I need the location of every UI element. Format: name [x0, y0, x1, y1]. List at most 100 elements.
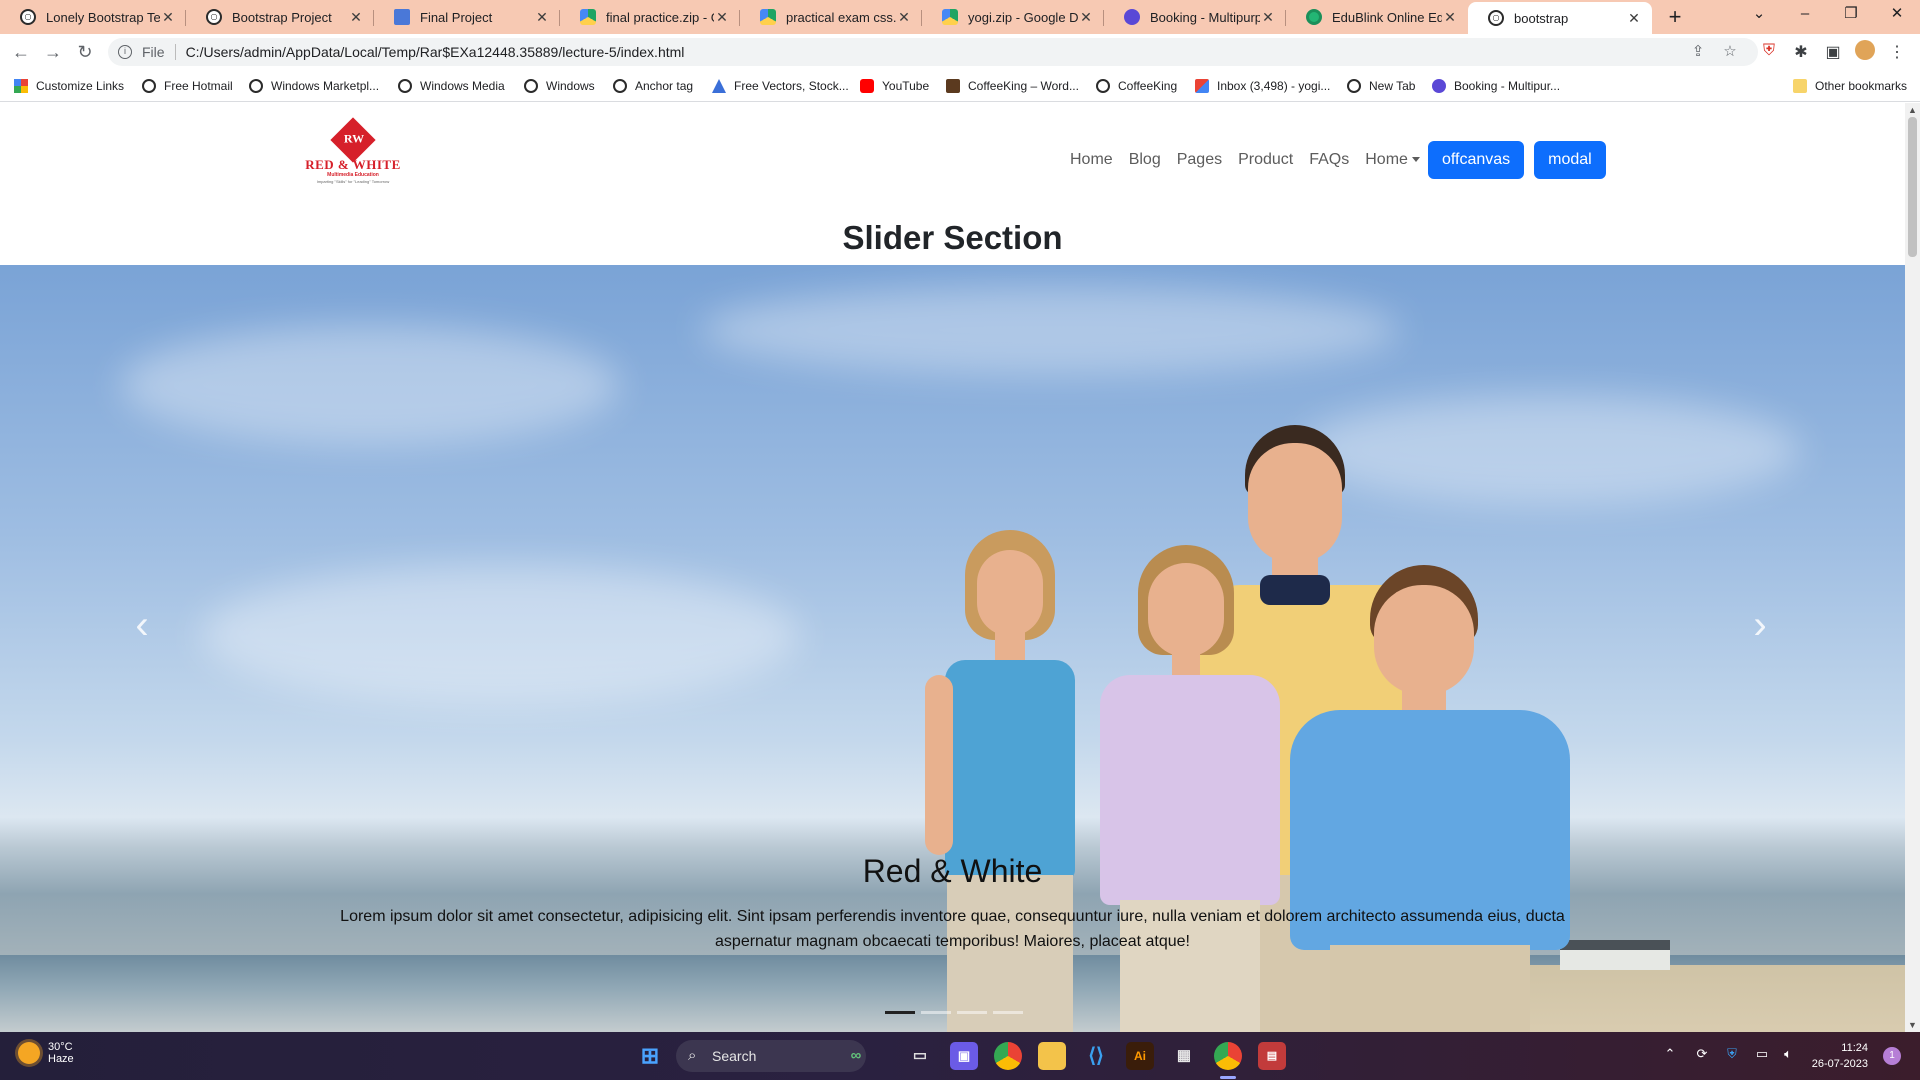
- minimize-icon[interactable]: –: [1782, 0, 1828, 30]
- offcanvas-button[interactable]: offcanvas: [1427, 141, 1525, 179]
- booking-icon: [1432, 79, 1446, 93]
- app-grid-icon[interactable]: ▦: [1170, 1042, 1198, 1070]
- close-icon[interactable]: ✕: [348, 9, 364, 26]
- more-menu-icon[interactable]: ⋮: [1886, 42, 1908, 62]
- vscode-icon[interactable]: ⟨⟩: [1082, 1042, 1110, 1070]
- carousel-prev-chevron-icon[interactable]: ‹: [112, 595, 172, 655]
- star-bookmark-icon[interactable]: ☆: [1720, 42, 1740, 60]
- chrome-profile-icon[interactable]: [1214, 1042, 1242, 1070]
- close-icon[interactable]: ✕: [160, 9, 176, 26]
- network-monitor-icon[interactable]: ▭: [1752, 1046, 1772, 1062]
- info-icon[interactable]: i: [118, 45, 132, 59]
- extensions-puzzle-icon[interactable]: ✱: [1790, 42, 1812, 62]
- weather-widget[interactable]: 30°C Haze: [18, 1041, 74, 1065]
- bookmark-anchor-tag[interactable]: Anchor tag: [613, 77, 693, 95]
- url-text[interactable]: C:/Users/admin/AppData/Local/Temp/Rar$EX…: [186, 44, 685, 60]
- restore-icon[interactable]: ❐: [1828, 0, 1874, 30]
- carousel-indicator-2[interactable]: [921, 1011, 951, 1014]
- windows-start-icon[interactable]: ⊞: [636, 1042, 664, 1070]
- carousel-indicator-1[interactable]: [885, 1011, 915, 1014]
- browser-tab-strip: Lonely Bootstrap Temp ✕ Bootstrap Projec…: [0, 0, 1920, 34]
- tab-final-practice-zip[interactable]: final practice.zip - Goo ✕: [560, 2, 740, 32]
- new-tab-plus-icon[interactable]: +: [1662, 4, 1688, 30]
- teams-chat-icon[interactable]: ▣: [950, 1042, 978, 1070]
- close-icon[interactable]: ✕: [1626, 10, 1642, 27]
- other-bookmarks-folder[interactable]: Other bookmarks: [1793, 77, 1907, 95]
- tab-label: practical exam css.zip: [786, 9, 896, 25]
- nav-link-faqs[interactable]: FAQs: [1309, 151, 1349, 169]
- reload-icon[interactable]: ↻: [73, 40, 97, 64]
- bookmark-gmail-inbox[interactable]: Inbox (3,498) - yogi...: [1195, 77, 1330, 95]
- main-navbar: Home Blog Pages Product FAQs Home offcan…: [1070, 141, 1606, 179]
- booking-icon: [1124, 9, 1140, 25]
- close-icon[interactable]: ✕: [1078, 9, 1094, 26]
- carousel-next-chevron-icon[interactable]: ›: [1730, 595, 1790, 655]
- close-icon[interactable]: ✕: [1442, 9, 1458, 26]
- profile-avatar[interactable]: [1854, 40, 1876, 65]
- carousel-indicator-4[interactable]: [993, 1011, 1023, 1014]
- document-icon: [394, 9, 410, 25]
- bookmark-booking[interactable]: Booking - Multipur...: [1432, 77, 1560, 95]
- tab-lonely-bootstrap[interactable]: Lonely Bootstrap Temp ✕: [0, 2, 186, 32]
- close-icon[interactable]: ✕: [714, 9, 730, 26]
- bookmark-free-vectors[interactable]: Free Vectors, Stock...: [712, 77, 849, 95]
- sync-icon[interactable]: ⟳: [1692, 1046, 1712, 1062]
- carousel-indicators: [882, 1011, 1026, 1014]
- brand-logo[interactable]: RW RED & WHITE Multimedia Education Impa…: [305, 117, 401, 188]
- bookmark-customize-links[interactable]: Customize Links: [14, 77, 124, 95]
- extension-shield-icon[interactable]: ⛨: [1758, 42, 1780, 60]
- scroll-up-arrow-icon[interactable]: ▲: [1905, 105, 1920, 115]
- nav-link-product[interactable]: Product: [1238, 151, 1293, 169]
- globe-icon: [142, 79, 156, 93]
- notification-badge[interactable]: 1: [1883, 1047, 1901, 1065]
- page-scrollbar[interactable]: ▲ ▼: [1905, 103, 1920, 1032]
- side-panel-icon[interactable]: ▣: [1822, 42, 1844, 62]
- copilot-loop-icon[interactable]: ∞: [842, 1042, 870, 1070]
- bookmark-new-tab[interactable]: New Tab: [1347, 77, 1415, 95]
- chrome-icon[interactable]: [994, 1042, 1022, 1070]
- bookmark-windows[interactable]: Windows: [524, 77, 595, 95]
- calendar-app-icon[interactable]: ▤: [1258, 1042, 1286, 1070]
- close-icon[interactable]: ✕: [1260, 9, 1276, 26]
- tab-final-project[interactable]: Final Project ✕: [374, 2, 560, 32]
- tab-bootstrap-project[interactable]: Bootstrap Project ✕: [186, 2, 374, 32]
- bookmark-free-hotmail[interactable]: Free Hotmail: [142, 77, 233, 95]
- nav-dropdown-home[interactable]: Home: [1365, 151, 1420, 169]
- task-view-icon[interactable]: ▭: [906, 1042, 934, 1070]
- bookmark-windows-marketplace[interactable]: Windows Marketpl...: [249, 77, 379, 95]
- nav-link-pages[interactable]: Pages: [1177, 151, 1222, 169]
- scroll-down-arrow-icon[interactable]: ▼: [1905, 1020, 1920, 1030]
- illustrator-icon[interactable]: Ai: [1126, 1042, 1154, 1070]
- address-bar[interactable]: i File C:/Users/admin/AppData/Local/Temp…: [108, 38, 1758, 66]
- bookmark-label: Windows Media: [420, 79, 505, 93]
- file-explorer-folder-icon[interactable]: [1038, 1042, 1066, 1070]
- tab-booking[interactable]: Booking - Multipurpo ✕: [1104, 2, 1286, 32]
- taskbar-search[interactable]: ⌕ Search: [676, 1040, 866, 1072]
- forward-arrow-icon[interactable]: →: [41, 40, 65, 64]
- close-window-icon[interactable]: ✕: [1874, 0, 1920, 30]
- show-hidden-icons-chevron-icon[interactable]: ⌃: [1660, 1046, 1680, 1062]
- share-icon[interactable]: ⇪: [1688, 42, 1708, 60]
- security-shield-icon[interactable]: ⛨: [1722, 1046, 1742, 1062]
- close-icon[interactable]: ✕: [534, 9, 550, 26]
- close-icon[interactable]: ✕: [896, 9, 912, 26]
- modal-button[interactable]: modal: [1534, 141, 1606, 179]
- nav-link-home[interactable]: Home: [1070, 151, 1113, 169]
- bookmark-youtube[interactable]: YouTube: [860, 77, 929, 95]
- tab-yogi-zip[interactable]: yogi.zip - Google Drive ✕: [922, 2, 1104, 32]
- volume-speaker-icon[interactable]: 🔈︎: [1778, 1046, 1798, 1062]
- bookmark-label: Anchor tag: [635, 79, 694, 93]
- bookmark-label: Free Vectors, Stock...: [734, 79, 849, 93]
- tab-search-chevron-icon[interactable]: ⌄: [1736, 0, 1782, 30]
- tab-bootstrap-active[interactable]: bootstrap ✕: [1468, 2, 1652, 34]
- bookmark-coffeeking-word[interactable]: CoffeeKing – Word...: [946, 77, 1079, 95]
- bookmark-coffeeking[interactable]: CoffeeKing: [1096, 77, 1177, 95]
- carousel-indicator-3[interactable]: [957, 1011, 987, 1014]
- bookmark-windows-media[interactable]: Windows Media: [398, 77, 505, 95]
- back-arrow-icon[interactable]: ←: [9, 40, 33, 64]
- scrollbar-thumb[interactable]: [1908, 117, 1917, 257]
- tab-edublink[interactable]: EduBlink Online Educa ✕: [1286, 2, 1468, 32]
- system-clock[interactable]: 11:24 26-07-2023: [1808, 1040, 1868, 1072]
- nav-link-blog[interactable]: Blog: [1129, 151, 1161, 169]
- tab-practical-exam-zip[interactable]: practical exam css.zip ✕: [740, 2, 922, 32]
